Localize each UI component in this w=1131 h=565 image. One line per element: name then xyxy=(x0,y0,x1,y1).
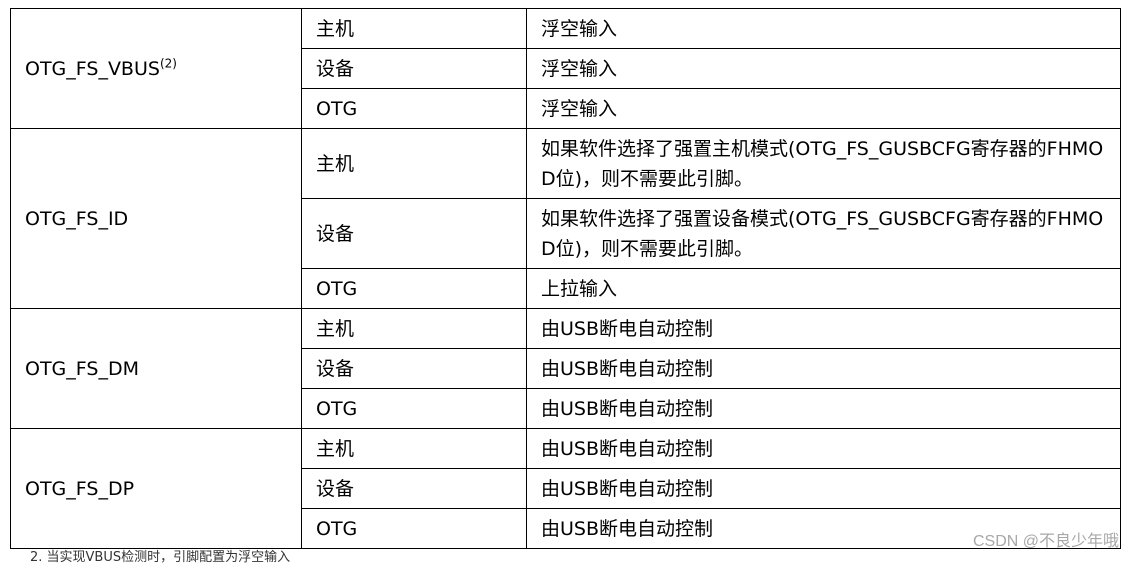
mode-cell: OTG xyxy=(301,388,527,429)
description-cell: 如果软件选择了强置主机模式(OTG_FS_GUSBCFG寄存器的FHMOD位)，… xyxy=(526,128,1121,199)
table-row: OTG_FS_DM 主机 由USB断电自动控制 xyxy=(10,308,1121,429)
mode-cell: 设备 xyxy=(301,48,527,89)
table-row: OTG_FS_ID 主机 如果软件选择了强置主机模式(OTG_FS_GUSBCF… xyxy=(10,128,1121,309)
watermark: CSDN @不良少年哦 xyxy=(972,533,1119,550)
footnote-marker: (2) xyxy=(159,56,177,71)
mode-cell: 主机 xyxy=(301,8,527,49)
table-row: OTG_FS_DP 主机 由USB断电自动控制 xyxy=(10,428,1121,549)
mode-cell: 主机 xyxy=(301,308,527,349)
description-cell: 由USB断电自动控制 xyxy=(526,428,1121,469)
description-cell: 如果软件选择了强置设备模式(OTG_FS_GUSBCFG寄存器的FHMOD位)，… xyxy=(526,198,1121,269)
mode-cell: 主机 xyxy=(301,428,527,469)
description-cell: 由USB断电自动控制 xyxy=(526,468,1121,509)
mode-cell: OTG xyxy=(301,508,527,549)
mode-cell: 设备 xyxy=(301,198,527,269)
description-cell: 由USB断电自动控制 xyxy=(526,308,1121,349)
pin-config-table: OTG_FS_VBUS(2) 主机 浮空输入 设备 浮空输入 OTG 浮空输入 … xyxy=(10,8,1121,549)
description-cell: 浮空输入 xyxy=(526,88,1121,129)
pin-name: OTG_FS_VBUS xyxy=(25,57,160,80)
pin-name-cell: OTG_FS_DM xyxy=(10,308,302,429)
mode-cell: OTG xyxy=(301,268,527,309)
footnote: 2. 当实现VBUS检测时，引脚配置为浮空输入 xyxy=(30,550,291,565)
description-cell: 浮空输入 xyxy=(526,48,1121,89)
description-cell: 上拉输入 xyxy=(526,268,1121,309)
pin-name-cell: OTG_FS_VBUS(2) xyxy=(10,8,302,129)
pin-name-cell: OTG_FS_ID xyxy=(10,128,302,309)
description-cell: 浮空输入 xyxy=(526,8,1121,49)
description-cell: 由USB断电自动控制 xyxy=(526,348,1121,389)
mode-cell: 主机 xyxy=(301,128,527,199)
mode-cell: 设备 xyxy=(301,468,527,509)
description-cell: 由USB断电自动控制 xyxy=(526,388,1121,429)
mode-cell: OTG xyxy=(301,88,527,129)
mode-cell: 设备 xyxy=(301,348,527,389)
table-row: OTG_FS_VBUS(2) 主机 浮空输入 xyxy=(10,8,1121,129)
pin-name-cell: OTG_FS_DP xyxy=(10,428,302,549)
